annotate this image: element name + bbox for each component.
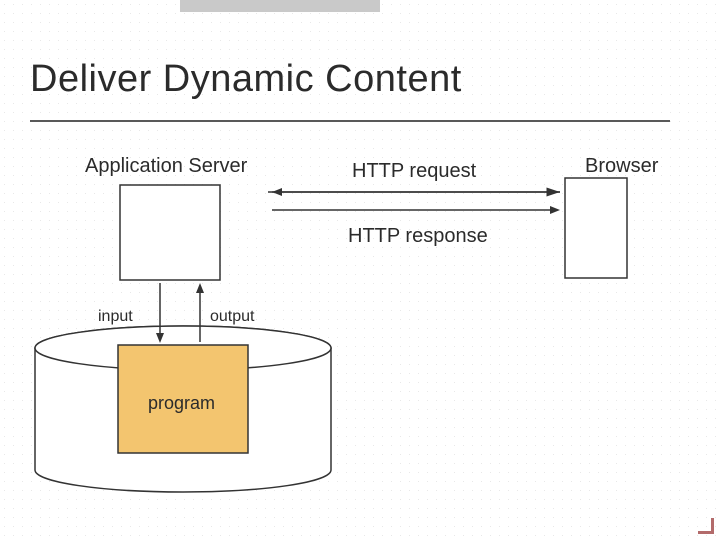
- browser-label: Browser: [585, 155, 658, 178]
- slide: Deliver Dynamic Content Application Serv…: [0, 0, 720, 540]
- program-label: program: [148, 393, 215, 414]
- title-underline: [30, 120, 670, 122]
- top-accent-bar: [180, 0, 380, 12]
- input-label: input: [98, 308, 133, 326]
- http-request-label: HTTP request: [352, 160, 476, 183]
- application-server-label: Application Server: [85, 155, 247, 178]
- slide-title: Deliver Dynamic Content: [30, 58, 462, 101]
- http-response-label: HTTP response: [348, 225, 488, 248]
- corner-accent-icon: [698, 518, 714, 534]
- output-label: output: [210, 308, 254, 326]
